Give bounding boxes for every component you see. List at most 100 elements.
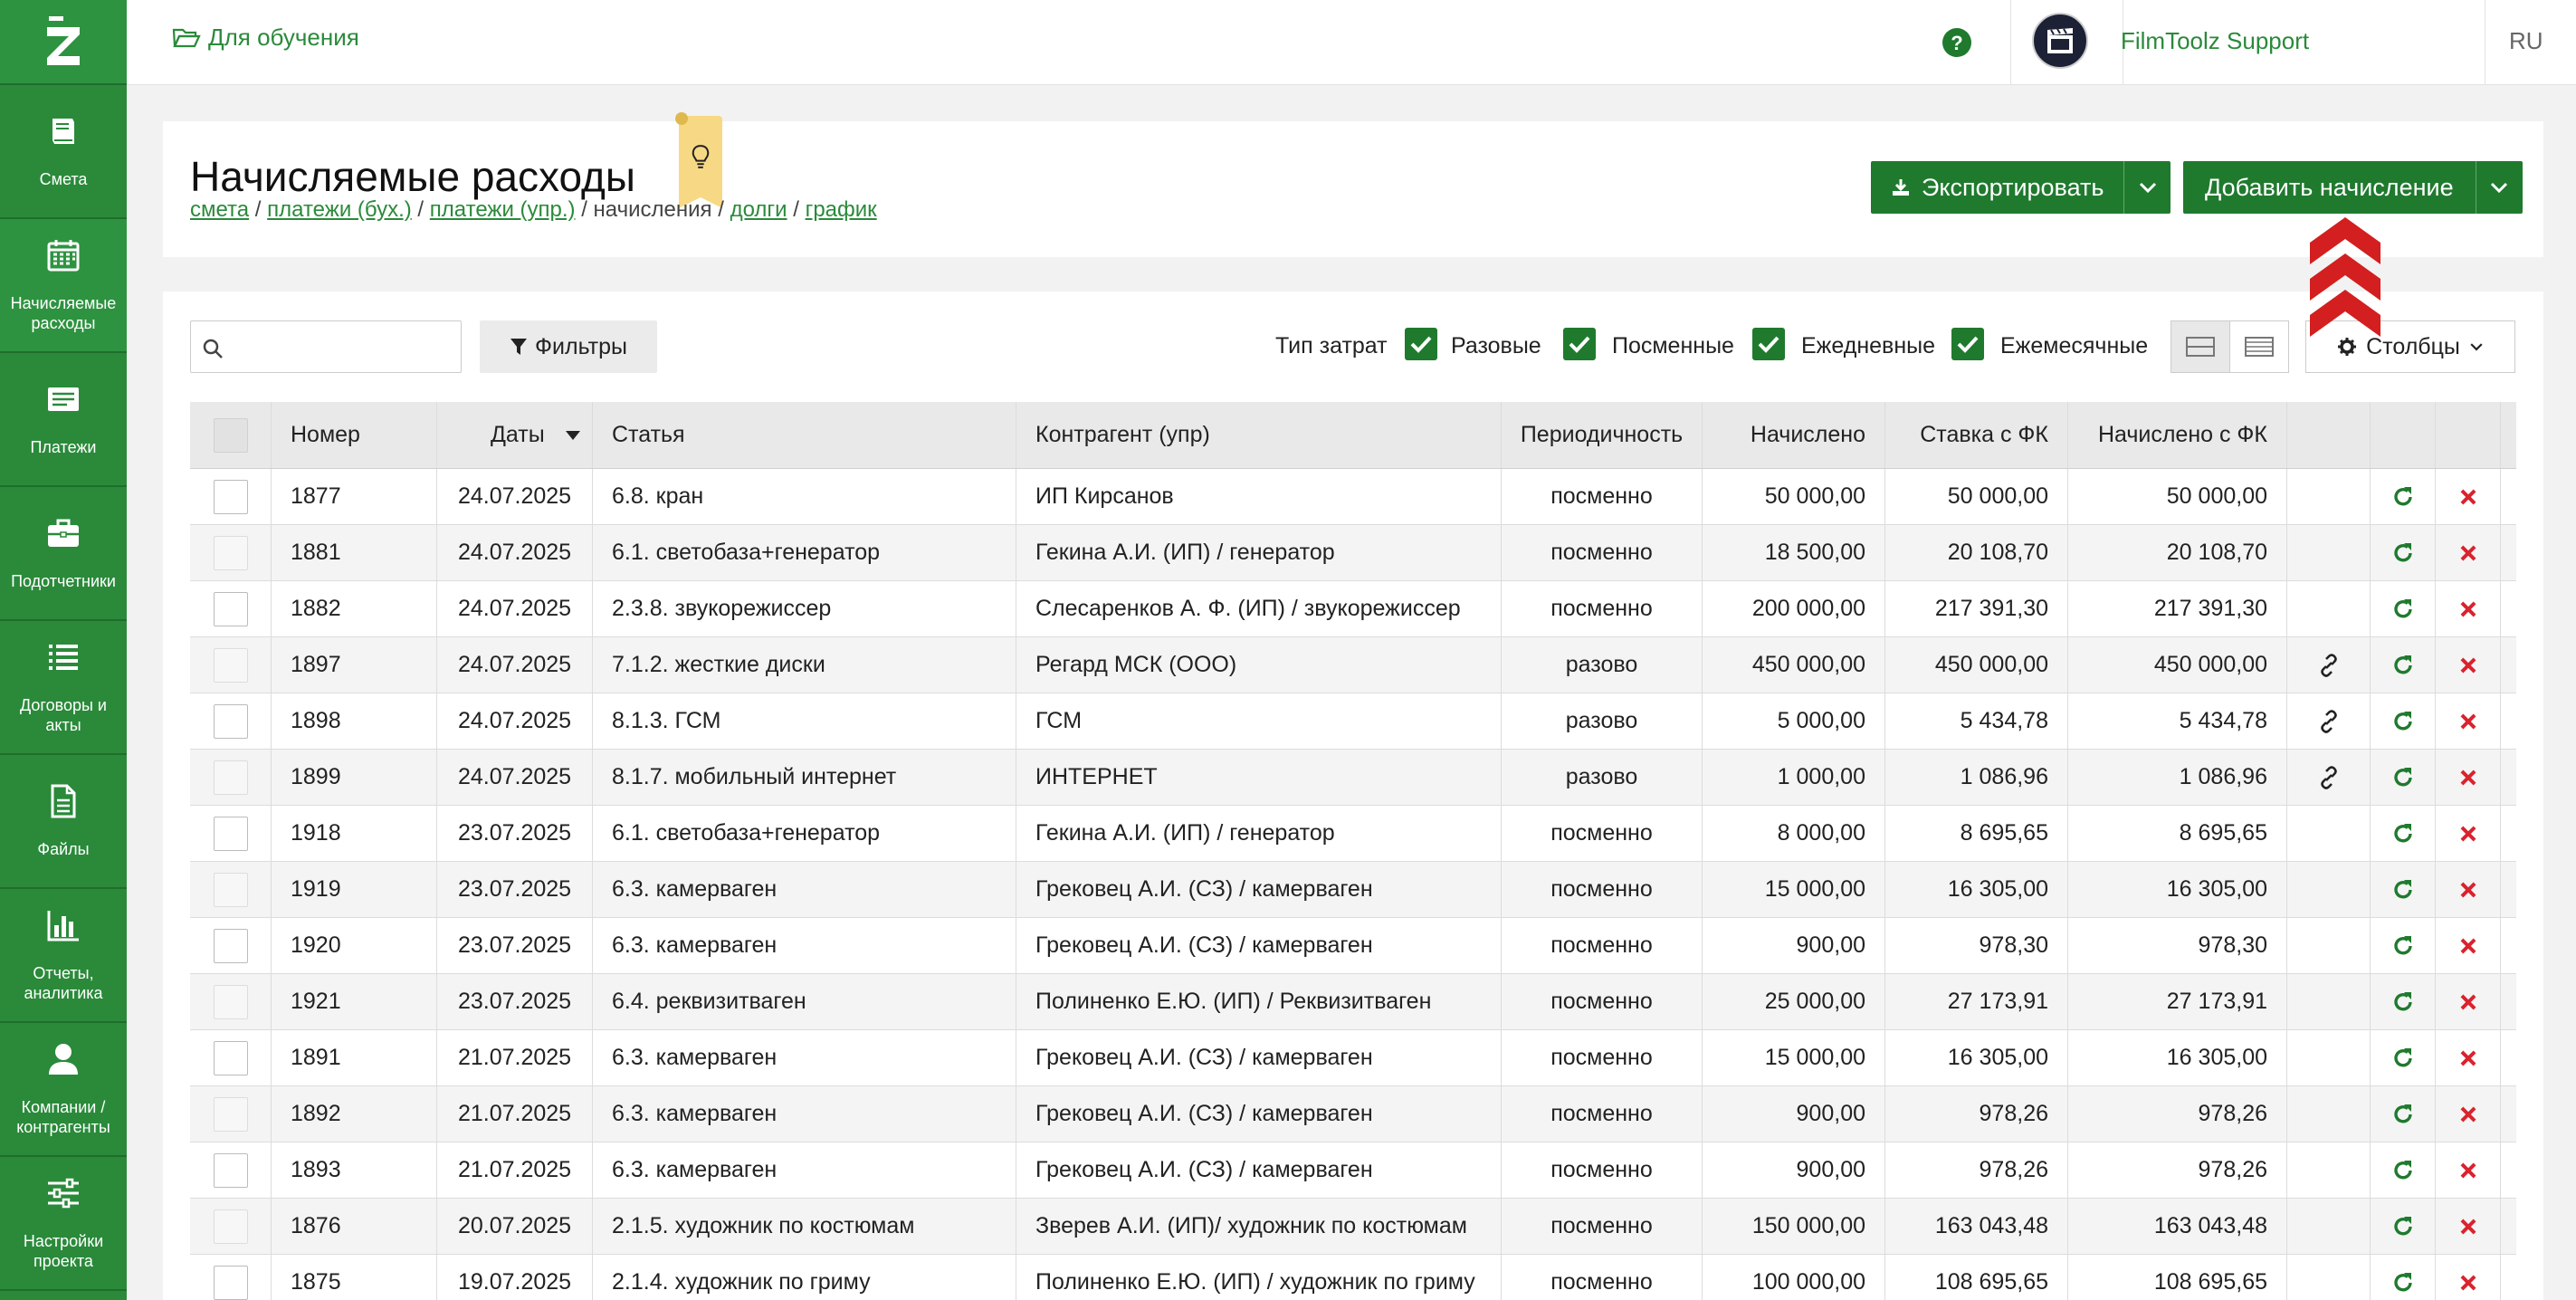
row-checkbox[interactable] bbox=[213, 1096, 248, 1132]
header-number[interactable]: Номер bbox=[272, 402, 437, 468]
link-icon[interactable] bbox=[2316, 653, 2342, 678]
header-dates[interactable]: Даты bbox=[437, 402, 593, 468]
sidebar-item-file[interactable]: Файлы bbox=[0, 755, 127, 889]
delete-icon[interactable] bbox=[2458, 768, 2478, 788]
row-checkbox[interactable] bbox=[213, 535, 248, 570]
table-row[interactable]: 1875 19.07.2025 2.1.4. художник по гриму По… bbox=[190, 1255, 2516, 1300]
table-row[interactable]: 1891 21.07.2025 6.3. камерваген Грековец А.… bbox=[190, 1030, 2516, 1086]
link-icon[interactable] bbox=[2316, 709, 2342, 734]
breadcrumb-schedule[interactable]: график bbox=[806, 197, 877, 222]
hint-bookmark[interactable] bbox=[675, 112, 722, 208]
delete-icon[interactable] bbox=[2458, 712, 2478, 731]
row-checkbox[interactable] bbox=[213, 591, 248, 626]
delete-icon[interactable] bbox=[2458, 1048, 2478, 1068]
refresh-icon[interactable] bbox=[2390, 484, 2416, 510]
refresh-icon[interactable] bbox=[2390, 1214, 2416, 1239]
select-all-checkbox[interactable] bbox=[213, 417, 248, 453]
row-checkbox[interactable] bbox=[213, 1040, 248, 1075]
refresh-icon[interactable] bbox=[2390, 989, 2416, 1015]
sidebar-item-list-card[interactable]: Платежи bbox=[0, 353, 127, 487]
table-row[interactable]: 1918 23.07.2025 6.1. светобаза+генератор Ге… bbox=[190, 806, 2516, 862]
sidebar-item-user[interactable]: Компании / контрагенты bbox=[0, 1023, 127, 1157]
language-selector[interactable]: RU bbox=[2509, 27, 2543, 55]
row-checkbox[interactable] bbox=[213, 816, 248, 851]
breadcrumb-smeta[interactable]: смета bbox=[190, 197, 249, 222]
table-row[interactable]: 1893 21.07.2025 6.3. камерваген Грековец А.… bbox=[190, 1142, 2516, 1199]
refresh-icon[interactable] bbox=[2390, 1046, 2416, 1071]
checkbox-daily[interactable] bbox=[1752, 328, 1785, 360]
table-row[interactable]: 1892 21.07.2025 6.3. камерваген Грековец А.… bbox=[190, 1086, 2516, 1142]
view-dense-button[interactable] bbox=[2229, 320, 2289, 373]
row-checkbox[interactable] bbox=[213, 479, 248, 514]
delete-icon[interactable] bbox=[2458, 992, 2478, 1012]
table-row[interactable]: 1877 24.07.2025 6.8. кран ИП Кирсанов посмен… bbox=[190, 469, 2516, 525]
app-logo[interactable] bbox=[0, 0, 127, 85]
user-name[interactable]: FilmToolz Support bbox=[2121, 27, 2309, 55]
row-checkbox[interactable] bbox=[213, 703, 248, 739]
export-button[interactable]: Экспортировать bbox=[1871, 161, 2123, 214]
cost-type-daily[interactable]: Ежедневные bbox=[1801, 333, 1935, 359]
add-accrual-button[interactable]: Добавить начисление bbox=[2183, 161, 2476, 214]
refresh-icon[interactable] bbox=[2390, 653, 2416, 678]
breadcrumb-payments-mgmt[interactable]: платежи (упр.) bbox=[430, 197, 576, 222]
breadcrumb-debts[interactable]: долги bbox=[730, 197, 787, 222]
table-row[interactable]: 1882 24.07.2025 2.3.8. звукорежиссер Слесар… bbox=[190, 581, 2516, 637]
refresh-icon[interactable] bbox=[2390, 1270, 2416, 1295]
sidebar-item-bar-chart[interactable]: Отчеты, аналитика bbox=[0, 889, 127, 1023]
delete-icon[interactable] bbox=[2458, 1161, 2478, 1181]
refresh-icon[interactable] bbox=[2390, 1102, 2416, 1127]
sidebar-item-sliders[interactable]: Настройки проекта bbox=[0, 1157, 127, 1291]
table-row[interactable]: 1876 20.07.2025 2.1.5. художник по костюма… bbox=[190, 1199, 2516, 1255]
project-selector[interactable]: Для обучения bbox=[172, 24, 359, 52]
refresh-icon[interactable] bbox=[2390, 709, 2416, 734]
filters-button[interactable]: Фильтры bbox=[480, 320, 657, 373]
delete-icon[interactable] bbox=[2458, 1273, 2478, 1293]
sidebar-item-briefcase[interactable]: Подотчетники bbox=[0, 487, 127, 621]
checkbox-one-time[interactable] bbox=[1405, 328, 1437, 360]
delete-icon[interactable] bbox=[2458, 543, 2478, 563]
refresh-icon[interactable] bbox=[2390, 821, 2416, 846]
view-compact-button[interactable] bbox=[2171, 320, 2230, 373]
cost-type-per-shift[interactable]: Посменные bbox=[1612, 333, 1734, 359]
refresh-icon[interactable] bbox=[2390, 877, 2416, 903]
header-periodicity[interactable]: Периодичность bbox=[1502, 402, 1703, 468]
refresh-icon[interactable] bbox=[2390, 1158, 2416, 1183]
row-checkbox[interactable] bbox=[213, 760, 248, 795]
delete-icon[interactable] bbox=[2458, 880, 2478, 900]
table-row[interactable]: 1919 23.07.2025 6.3. камерваген Грековец А.… bbox=[190, 862, 2516, 918]
header-accrued-fk[interactable]: Начислено с ФК bbox=[2068, 402, 2287, 468]
row-checkbox[interactable] bbox=[213, 984, 248, 1019]
search-box[interactable] bbox=[190, 320, 462, 373]
sidebar-item-calendar[interactable]: Начисляемые расходы bbox=[0, 219, 127, 353]
header-rate-fk[interactable]: Ставка с ФК bbox=[1885, 402, 2068, 468]
delete-icon[interactable] bbox=[2458, 1104, 2478, 1124]
delete-icon[interactable] bbox=[2458, 655, 2478, 675]
help-button[interactable]: ? bbox=[1903, 0, 2011, 85]
cost-type-one-time[interactable]: Разовые bbox=[1451, 333, 1541, 359]
refresh-icon[interactable] bbox=[2390, 933, 2416, 959]
row-checkbox[interactable] bbox=[213, 872, 248, 907]
delete-icon[interactable] bbox=[2458, 936, 2478, 956]
refresh-icon[interactable] bbox=[2390, 540, 2416, 566]
table-row[interactable]: 1897 24.07.2025 7.1.2. жесткие диски Регард… bbox=[190, 637, 2516, 693]
delete-icon[interactable] bbox=[2458, 1217, 2478, 1237]
row-checkbox[interactable] bbox=[213, 647, 248, 683]
delete-icon[interactable] bbox=[2458, 599, 2478, 619]
refresh-icon[interactable] bbox=[2390, 765, 2416, 790]
row-checkbox[interactable] bbox=[213, 1265, 248, 1300]
header-counterparty[interactable]: Контрагент (упр) bbox=[1016, 402, 1502, 468]
delete-icon[interactable] bbox=[2458, 487, 2478, 507]
sidebar-item-book[interactable]: Смета bbox=[0, 85, 127, 219]
table-row[interactable]: 1881 24.07.2025 6.1. светобаза+генератор Ге… bbox=[190, 525, 2516, 581]
header-accrued[interactable]: Начислено bbox=[1703, 402, 1885, 468]
checkbox-monthly[interactable] bbox=[1951, 328, 1984, 360]
cost-type-monthly[interactable]: Ежемесячные bbox=[2000, 333, 2148, 359]
table-row[interactable]: 1898 24.07.2025 8.1.3. ГСМ ГСМ разово 5 000,0… bbox=[190, 693, 2516, 750]
table-row[interactable]: 1899 24.07.2025 8.1.7. мобильный интернет И… bbox=[190, 750, 2516, 806]
row-checkbox[interactable] bbox=[213, 928, 248, 963]
export-dropdown-toggle[interactable] bbox=[2123, 161, 2171, 214]
header-item[interactable]: Статья bbox=[593, 402, 1016, 468]
breadcrumb-payments-acc[interactable]: платежи (бух.) bbox=[267, 197, 412, 222]
search-input[interactable] bbox=[231, 321, 457, 372]
delete-icon[interactable] bbox=[2458, 824, 2478, 844]
